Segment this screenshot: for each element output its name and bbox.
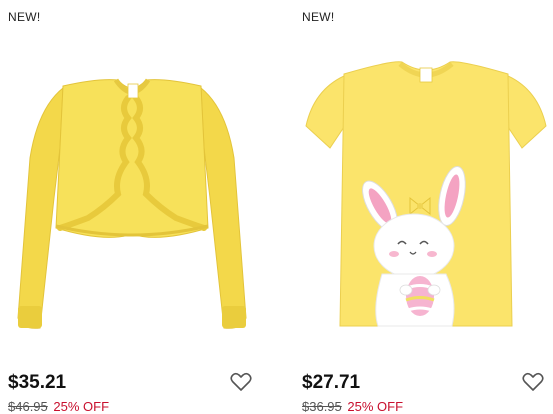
new-badge: NEW! bbox=[8, 10, 41, 24]
bunny-tee-illustration bbox=[305, 61, 547, 327]
original-price: $36.95 bbox=[302, 399, 342, 414]
discount-label: 25% OFF bbox=[347, 399, 404, 414]
original-price: $46.95 bbox=[8, 399, 48, 414]
cardigan-illustration bbox=[17, 78, 247, 329]
product-card: NEW! $35.21 $46.95 25% OFF bbox=[8, 0, 264, 414]
price-comparison: $46.95 25% OFF bbox=[8, 399, 109, 414]
sale-price: $35.21 bbox=[8, 372, 67, 393]
product-image-bunny-tee[interactable] bbox=[302, 38, 550, 338]
discount-label: 25% OFF bbox=[53, 399, 110, 414]
product-card: NEW! $27.71 $36.95 25% OFF bbox=[302, 0, 553, 414]
wishlist-heart-icon[interactable] bbox=[522, 372, 544, 392]
new-badge: NEW! bbox=[302, 10, 335, 24]
wishlist-heart-icon[interactable] bbox=[230, 372, 252, 392]
price-comparison: $36.95 25% OFF bbox=[302, 399, 403, 414]
product-grid: NEW! $35.21 $46.95 25% OFF NEW! $27.71 $… bbox=[0, 0, 553, 414]
sale-price: $27.71 bbox=[302, 372, 361, 393]
product-image-cardigan[interactable] bbox=[8, 38, 256, 338]
